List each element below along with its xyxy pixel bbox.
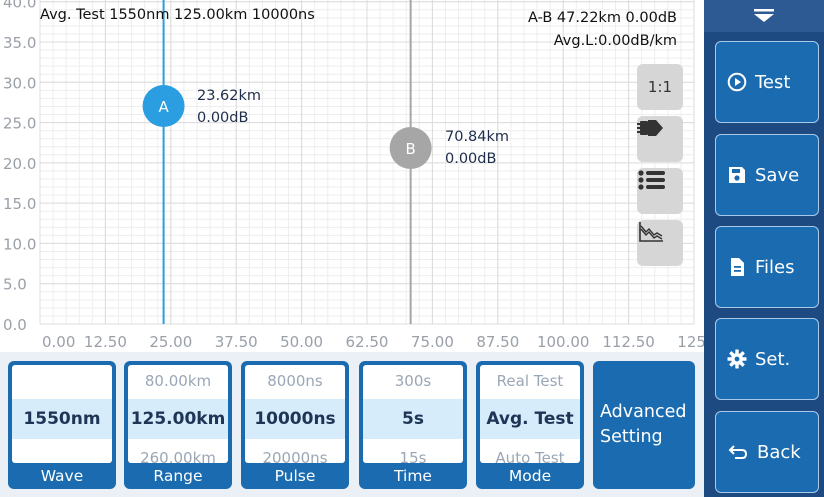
ratio-button[interactable]: 1:1 bbox=[637, 64, 683, 110]
files-label: Files bbox=[755, 256, 795, 278]
settings-label: Set. bbox=[755, 348, 791, 370]
advanced-setting-button[interactable]: Advanced Setting bbox=[593, 361, 695, 489]
y-tick-label: 30.0 bbox=[3, 74, 36, 92]
cursor-b-distance: 70.84km bbox=[445, 129, 510, 145]
dropdown-toggle[interactable] bbox=[704, 0, 824, 32]
cursor-a-letter: A bbox=[158, 98, 169, 116]
x-tick-label: 125. bbox=[677, 333, 704, 350]
x-tick-label: 12.50 bbox=[84, 333, 127, 350]
cursor-a-readout: 23.62km 0.00dB bbox=[197, 85, 261, 129]
trace-analysis-button[interactable] bbox=[637, 220, 683, 266]
trace-analysis-icon bbox=[639, 222, 663, 242]
x-tick-label: 87.50 bbox=[476, 333, 519, 350]
ab-info: A-B 47.22km 0.00dB bbox=[528, 10, 677, 26]
x-tick-label: 50.00 bbox=[280, 333, 323, 350]
time-label: Time bbox=[394, 467, 432, 485]
pulse-option-next[interactable]: 20000ns bbox=[245, 449, 345, 463]
back-label: Back bbox=[757, 441, 801, 463]
y-tick-label: 15.0 bbox=[3, 195, 36, 213]
save-icon bbox=[729, 167, 745, 183]
x-tick-label: 112.50 bbox=[602, 333, 655, 350]
test-info: Avg. Test 1550nm 125.00km 10000ns bbox=[40, 7, 315, 23]
pulse-picker[interactable]: 8000ns 10000ns 20000ns bbox=[245, 365, 345, 463]
wave-value[interactable]: 1550nm bbox=[12, 399, 112, 439]
range-selector[interactable]: 80.00km 125.00km 260.00km Range bbox=[124, 361, 232, 489]
time-picker[interactable]: 300s 5s 15s bbox=[363, 365, 463, 463]
avg-loss: Avg.L:0.00dB/km bbox=[553, 33, 677, 49]
y-tick-label: 5.0 bbox=[3, 276, 27, 294]
cursor-a-loss: 0.00dB bbox=[197, 110, 249, 126]
test-button[interactable]: Test bbox=[715, 41, 819, 123]
otdr-trace-plot[interactable]: 0.00 12.50 25.00 37.50 50.00 62.50 75.00 87.50 1… bbox=[0, 0, 704, 350]
back-arrow-icon bbox=[728, 445, 748, 459]
pulse-label: Pulse bbox=[274, 467, 316, 485]
mode-label: Mode bbox=[508, 467, 552, 485]
ratio-label: 1:1 bbox=[647, 78, 673, 96]
event-list-icon bbox=[638, 170, 665, 190]
mode-selector[interactable]: Real Test Avg. Test Auto Test Mode bbox=[476, 361, 584, 489]
cursor-a-distance: 23.62km bbox=[197, 88, 262, 104]
advanced-line2: Setting bbox=[600, 427, 663, 447]
x-tick-label: 75.00 bbox=[411, 333, 454, 350]
ab-measurement: A-B 47.22km 0.00dB Avg.L:0.00dB/km bbox=[528, 7, 677, 53]
advanced-setting-label: Advanced Setting bbox=[600, 400, 686, 450]
cursor-b-loss: 0.00dB bbox=[445, 151, 497, 167]
x-tick-label: 37.50 bbox=[215, 333, 258, 350]
save-label: Save bbox=[755, 164, 800, 186]
fiber-connector-icon bbox=[637, 120, 663, 136]
test-label: Test bbox=[755, 71, 791, 93]
range-option-next[interactable]: 260.00km bbox=[128, 449, 228, 463]
play-circle-icon bbox=[727, 72, 747, 92]
time-option-prev[interactable]: 300s bbox=[363, 372, 463, 390]
parameter-panel: 1550nm Wave 80.00km 125.00km 260.00km Ra… bbox=[0, 352, 704, 497]
cursor-b-letter: B bbox=[405, 140, 415, 158]
y-tick-label: 0.0 bbox=[3, 316, 27, 334]
event-list-button[interactable] bbox=[637, 168, 683, 214]
x-tick-label: 0.00 bbox=[42, 333, 75, 350]
x-tick-label: 62.50 bbox=[346, 333, 389, 350]
y-tick-label: 25.0 bbox=[3, 115, 36, 133]
range-value[interactable]: 125.00km bbox=[128, 399, 228, 439]
settings-button[interactable]: Set. bbox=[715, 318, 819, 400]
time-option-next[interactable]: 15s bbox=[363, 449, 463, 463]
cursor-b-readout: 70.84km 0.00dB bbox=[445, 126, 509, 170]
file-icon bbox=[731, 258, 744, 276]
save-button[interactable]: Save bbox=[715, 134, 819, 216]
time-value[interactable]: 5s bbox=[363, 399, 463, 439]
files-button[interactable]: Files bbox=[715, 226, 819, 308]
range-option-prev[interactable]: 80.00km bbox=[128, 372, 228, 390]
mode-picker[interactable]: Real Test Avg. Test Auto Test bbox=[480, 365, 580, 463]
advanced-line1: Advanced bbox=[600, 402, 687, 422]
back-button[interactable]: Back bbox=[715, 411, 819, 493]
fiber-connector-button[interactable] bbox=[637, 116, 683, 162]
pulse-selector[interactable]: 8000ns 10000ns 20000ns Pulse bbox=[241, 361, 349, 489]
y-tick-label: 35.0 bbox=[3, 34, 36, 52]
chevron-down-icon bbox=[754, 9, 774, 22]
pulse-value[interactable]: 10000ns bbox=[245, 399, 345, 439]
x-tick-label: 25.00 bbox=[149, 333, 192, 350]
range-picker[interactable]: 80.00km 125.00km 260.00km bbox=[128, 365, 228, 463]
wave-picker[interactable]: 1550nm bbox=[12, 365, 112, 463]
gear-icon bbox=[727, 349, 747, 369]
time-selector[interactable]: 300s 5s 15s Time bbox=[359, 361, 467, 489]
y-tick-label: 10.0 bbox=[3, 235, 36, 253]
pulse-option-prev[interactable]: 8000ns bbox=[245, 372, 345, 390]
range-label: Range bbox=[153, 467, 203, 485]
wave-selector[interactable]: 1550nm Wave bbox=[8, 361, 116, 489]
x-tick-label: 100.00 bbox=[537, 333, 590, 350]
mode-value[interactable]: Avg. Test bbox=[480, 399, 580, 439]
y-tick-label: 20.0 bbox=[3, 155, 36, 173]
y-tick-label: 40.0 bbox=[3, 0, 36, 12]
right-sidebar: Test Save Files Set. Back bbox=[704, 0, 824, 497]
mode-option-next[interactable]: Auto Test bbox=[480, 449, 580, 463]
mode-option-prev[interactable]: Real Test bbox=[480, 372, 580, 390]
wave-label: Wave bbox=[40, 467, 84, 485]
